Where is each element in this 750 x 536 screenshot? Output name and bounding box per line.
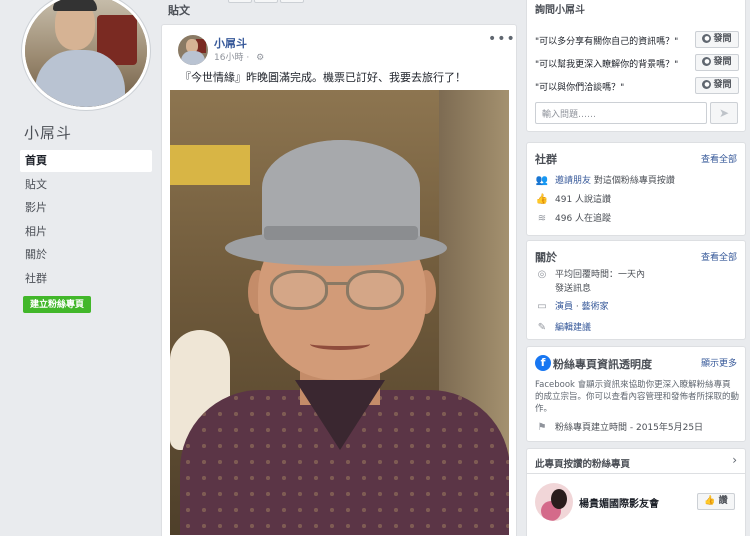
invite-row: 👥 邀請朋友 對這個粉絲專頁按讚 (535, 173, 675, 189)
ask-question-row: "可以多分享有關你自己的資訊嗎？" ● 發問 (535, 31, 739, 49)
ask-question-button[interactable]: ● 發問 (695, 31, 739, 48)
post-author-name[interactable]: 小屌斗 (214, 35, 247, 51)
about-see-all-link[interactable]: 查看全部 (701, 250, 737, 263)
thumbs-up-icon: 👍 (535, 194, 549, 205)
category-link-actor[interactable]: 演員 (555, 302, 573, 312)
ask-card: 詢問小屌斗 "可以多分享有關你自己的資訊嗎？" ● 發問 "可以幫我更深入瞭解你的… (526, 0, 746, 132)
ask-question-text: "可以與你們洽談嗎？" (535, 83, 625, 93)
profile-picture[interactable] (22, 0, 150, 110)
likes-row: 👍 491 人說這讚 (535, 192, 611, 208)
invite-friends-icon: 👥 (535, 175, 549, 186)
transparency-title: 粉絲專頁資訊透明度 (553, 358, 652, 371)
nav-item-about[interactable]: 關於 (20, 244, 152, 266)
nav-item-posts[interactable]: 貼文 (20, 174, 152, 196)
nav-item-videos[interactable]: 影片 (20, 197, 152, 219)
community-card: 社群 查看全部 👥 邀請朋友 對這個粉絲專頁按讚 👍 491 人說這讚 ≋ 496 人… (526, 142, 746, 236)
liked-pages-title: 此專頁按讚的粉絲專頁 (535, 459, 631, 470)
category-box-icon: ▭ (537, 301, 547, 312)
post-card: 小屌斗 16小時 · ⚙ ••• 『今世情緣』昨晚圓滿完成。機票已訂好、我要去旅… (161, 24, 517, 536)
audience-gear-icon[interactable]: ⚙ (256, 53, 264, 63)
category-row: ▭ 演員 · 藝術家 (535, 299, 609, 315)
post-photo[interactable] (170, 90, 509, 535)
ask-question-text: "可以多分享有關你自己的資訊嗎？" (535, 37, 679, 47)
page-name[interactable]: 小屌斗 (24, 122, 72, 143)
transparency-see-more-link[interactable]: 顯示更多 (701, 356, 737, 369)
community-title: 社群 (535, 153, 557, 166)
liked-page-avatar[interactable] (535, 483, 573, 521)
suggest-edit-link[interactable]: 編輯建議 (555, 323, 591, 333)
transparency-description: Facebook 會顯示資訊來協助你更深入瞭解粉絲專頁的成立宗旨。你可以查看內容… (535, 380, 740, 414)
nav-item-home[interactable]: 首頁 (20, 150, 152, 172)
thumbs-up-icon: 👍 (704, 496, 716, 506)
page-nav: 首頁 貼文 影片 相片 關於 社群 (20, 150, 152, 291)
posts-section-title: 貼文 (168, 4, 190, 17)
suggest-edit-row: ✎ 編輯建議 (535, 320, 591, 336)
likes-count[interactable]: 491 人說這讚 (555, 195, 611, 205)
created-date-row: ⚑ 粉絲專頁建立時間 - 2015年5月25日 (535, 420, 704, 436)
transparency-card: f 粉絲專頁資訊透明度 顯示更多 Facebook 會顯示資訊來協助你更深入瞭解… (526, 346, 746, 442)
community-see-all-link[interactable]: 查看全部 (701, 152, 737, 165)
nav-item-photos[interactable]: 相片 (20, 221, 152, 243)
liked-page-name[interactable]: 楊貴媚國際影友會 (579, 495, 659, 510)
response-time-text: 平均回覆時間：一天內 (555, 270, 646, 280)
dot-separator: · (246, 53, 250, 63)
invite-text: 對這個粉絲專頁按讚 (593, 176, 675, 186)
ask-header: 詢問小屌斗 (535, 5, 585, 16)
post-timestamp[interactable]: 16小時 (214, 53, 243, 63)
ask-question-button[interactable]: ● 發問 (695, 77, 739, 94)
rss-follow-icon: ≋ (537, 213, 547, 224)
ask-question-row: "可以與你們洽談嗎？" ● 發問 (535, 77, 739, 95)
post-more-options-icon[interactable]: ••• (488, 31, 516, 47)
category-link-artist[interactable]: 藝術家 (582, 302, 609, 312)
left-column: 小屌斗 首頁 貼文 影片 相片 關於 社群 建立粉絲專頁 (0, 0, 160, 536)
about-card: 關於 查看全部 ◎ 平均回覆時間：一天內 發送訊息 ▭ 演員 · 藝術家 ✎ 編輯建議 (526, 240, 746, 340)
post-meta: 16小時 · ⚙ (214, 50, 264, 63)
category-separator: · (575, 302, 579, 312)
liked-pages-card: 此專頁按讚的粉絲專頁 › 楊貴媚國際影友會 👍 讚 (526, 448, 746, 536)
send-arrow-icon[interactable]: ➤ (710, 102, 738, 124)
facebook-logo-icon: f (535, 355, 551, 371)
chat-bubble-icon: ● (702, 34, 712, 43)
follows-row: ≋ 496 人在追蹤 (535, 211, 611, 227)
created-date-text: 粉絲專頁建立時間 - 2015年5月25日 (555, 423, 704, 433)
ask-question-button[interactable]: ● 發問 (695, 54, 739, 71)
nav-item-community[interactable]: 社群 (20, 268, 152, 290)
tab-stub[interactable] (280, 0, 304, 3)
chat-bubble-icon: ● (702, 57, 712, 66)
chevron-right-icon[interactable]: › (732, 453, 737, 467)
tab-stub[interactable] (228, 0, 252, 3)
like-page-button[interactable]: 👍 讚 (697, 493, 735, 510)
divider (527, 473, 745, 474)
ask-question-input[interactable]: 輸入問題…… (535, 102, 707, 124)
chat-bubble-icon: ● (702, 80, 712, 89)
top-tab-strip (228, 0, 328, 3)
follows-count[interactable]: 496 人在追蹤 (555, 214, 611, 224)
invite-friends-link[interactable]: 邀請朋友 (555, 176, 591, 186)
post-text: 『今世情緣』昨晚圓滿完成。機票已訂好、我要去旅行了！ (180, 71, 466, 84)
ask-question-text: "可以幫我更深入瞭解你的背景嗎？" (535, 60, 679, 70)
about-title: 關於 (535, 251, 557, 264)
pencil-icon: ✎ (537, 322, 547, 333)
create-page-button[interactable]: 建立粉絲專頁 (23, 296, 92, 313)
ask-question-row: "可以幫我更深入瞭解你的背景嗎？" ● 發問 (535, 54, 739, 72)
post-author-avatar[interactable] (178, 35, 208, 65)
flag-icon: ⚑ (537, 422, 547, 433)
messenger-icon: ◎ (537, 269, 547, 280)
tab-stub[interactable] (254, 0, 278, 3)
send-message-link[interactable]: 發送訊息 (555, 281, 591, 297)
